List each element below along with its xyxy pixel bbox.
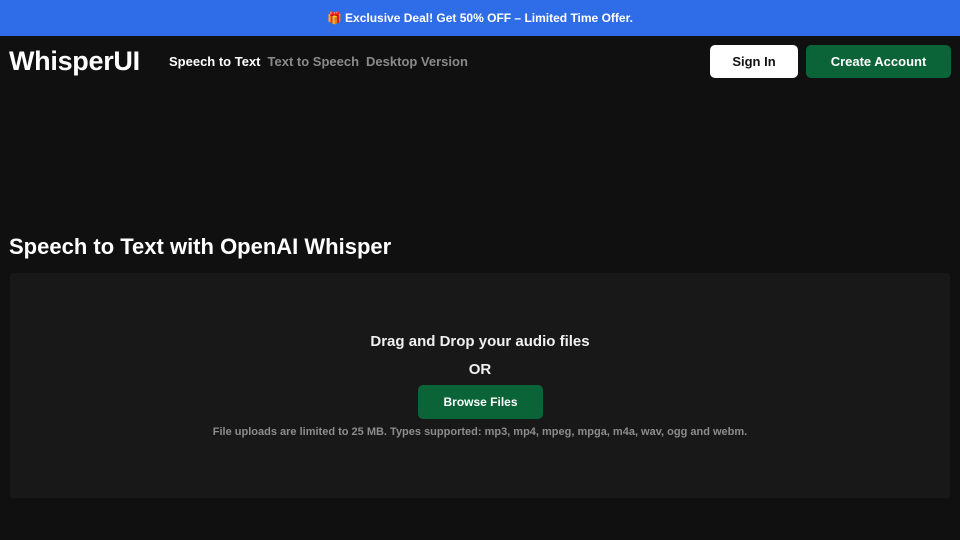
main-nav: Speech to Text Text to Speech Desktop Ve… xyxy=(169,54,468,69)
nav-speech-to-text[interactable]: Speech to Text xyxy=(169,54,261,69)
page-title: Speech to Text with OpenAI Whisper xyxy=(9,234,392,259)
logo[interactable]: WhisperUI xyxy=(9,46,140,77)
browse-files-button[interactable]: Browse Files xyxy=(418,385,543,419)
file-dropzone[interactable]: Drag and Drop your audio files OR Browse… xyxy=(10,273,950,498)
dropzone-or-label: OR xyxy=(468,361,492,378)
nav-text-to-speech[interactable]: Text to Speech xyxy=(268,54,360,69)
upload-limits-note: File uploads are limited to 25 MB. Types… xyxy=(212,426,748,438)
dropzone-heading: Drag and Drop your audio files xyxy=(370,333,590,350)
gift-icon: 🎁 xyxy=(327,11,343,25)
create-account-button[interactable]: Create Account xyxy=(806,45,951,78)
top-nav-bar: WhisperUI Speech to Text Text to Speech … xyxy=(0,36,960,88)
nav-desktop-version[interactable]: Desktop Version xyxy=(366,54,468,69)
promo-banner[interactable]: 🎁 Exclusive Deal! Get 50% OFF – Limited … xyxy=(0,0,960,36)
sign-in-button[interactable]: Sign In xyxy=(710,45,798,78)
promo-text: Exclusive Deal! Get 50% OFF – Limited Ti… xyxy=(345,11,633,25)
